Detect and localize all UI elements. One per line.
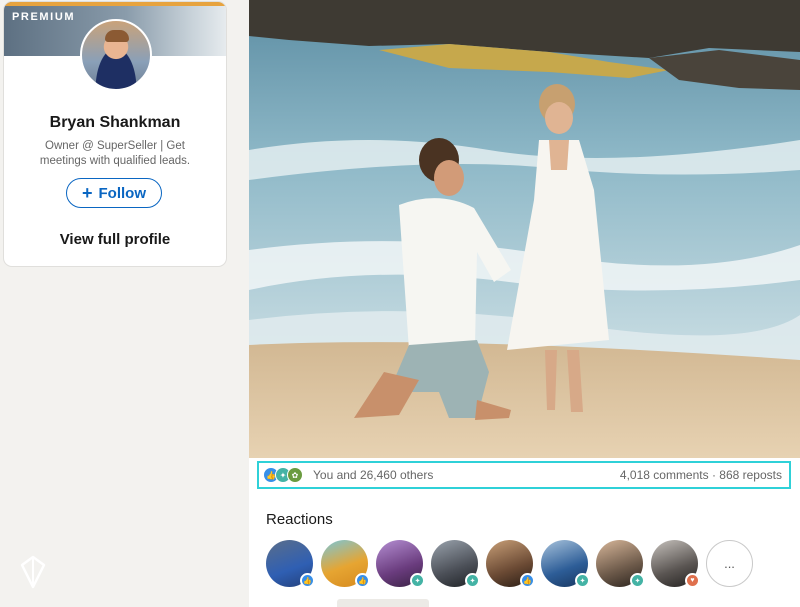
reactors-list: 👍 👍 ✦ ✦ 👍 ✦ ✦ ♥ ... [266, 540, 753, 588]
reactor-avatar[interactable]: ✦ [596, 540, 645, 588]
support-icon: ✿ [287, 467, 303, 483]
premium-label: PREMIUM [12, 11, 76, 23]
reaction-icons: 👍 ✦ ✿ [263, 467, 303, 483]
love-badge-icon: ♥ [685, 573, 700, 588]
profile-headline: Owner @ SuperSeller | Get meetings with … [39, 140, 191, 167]
reactor-avatar[interactable]: 👍 [321, 540, 370, 588]
reactor-avatar[interactable]: ✦ [376, 540, 425, 588]
celebrate-badge-icon: ✦ [575, 573, 590, 588]
reactor-avatar[interactable]: 👍 [266, 540, 315, 588]
bottom-divider [337, 599, 429, 607]
celebrate-badge-icon: ✦ [410, 573, 425, 588]
reactor-avatar[interactable]: ✦ [541, 540, 590, 588]
profile-card: PREMIUM Bryan Shankman Owner @ SuperSell… [4, 2, 226, 266]
reactor-avatar[interactable]: ✦ [431, 540, 480, 588]
avatar-hair [105, 30, 129, 42]
follow-label: Follow [98, 184, 147, 202]
profile-avatar[interactable] [80, 19, 152, 91]
follow-button[interactable]: + Follow [66, 178, 162, 208]
reactor-avatar[interactable]: ♥ [651, 540, 700, 588]
more-reactors-button[interactable]: ... [706, 540, 753, 587]
plus-icon: + [81, 183, 93, 203]
post-column: 👍 ✦ ✿ You and 26,460 others 4,018 commen… [249, 0, 800, 607]
like-badge-icon: 👍 [520, 573, 535, 588]
like-badge-icon: 👍 [300, 573, 315, 588]
reactions-heading: Reactions [266, 511, 333, 528]
celebrate-badge-icon: ✦ [630, 573, 645, 588]
profile-name[interactable]: Bryan Shankman [4, 114, 226, 132]
reactor-avatar[interactable]: 👍 [486, 540, 535, 588]
reactions-count-text[interactable]: You and 26,460 others [313, 468, 433, 482]
brand-logo-icon [20, 555, 46, 589]
like-badge-icon: 👍 [355, 573, 370, 588]
reaction-summary[interactable]: 👍 ✦ ✿ You and 26,460 others [263, 467, 433, 483]
post-image[interactable] [249, 0, 800, 458]
celebrate-badge-icon: ✦ [465, 573, 480, 588]
comments-reposts-text[interactable]: 4,018 comments · 868 reposts [620, 468, 782, 482]
view-full-profile-link[interactable]: View full profile [4, 231, 226, 248]
engagement-bar: 👍 ✦ ✿ You and 26,460 others 4,018 commen… [257, 461, 791, 489]
